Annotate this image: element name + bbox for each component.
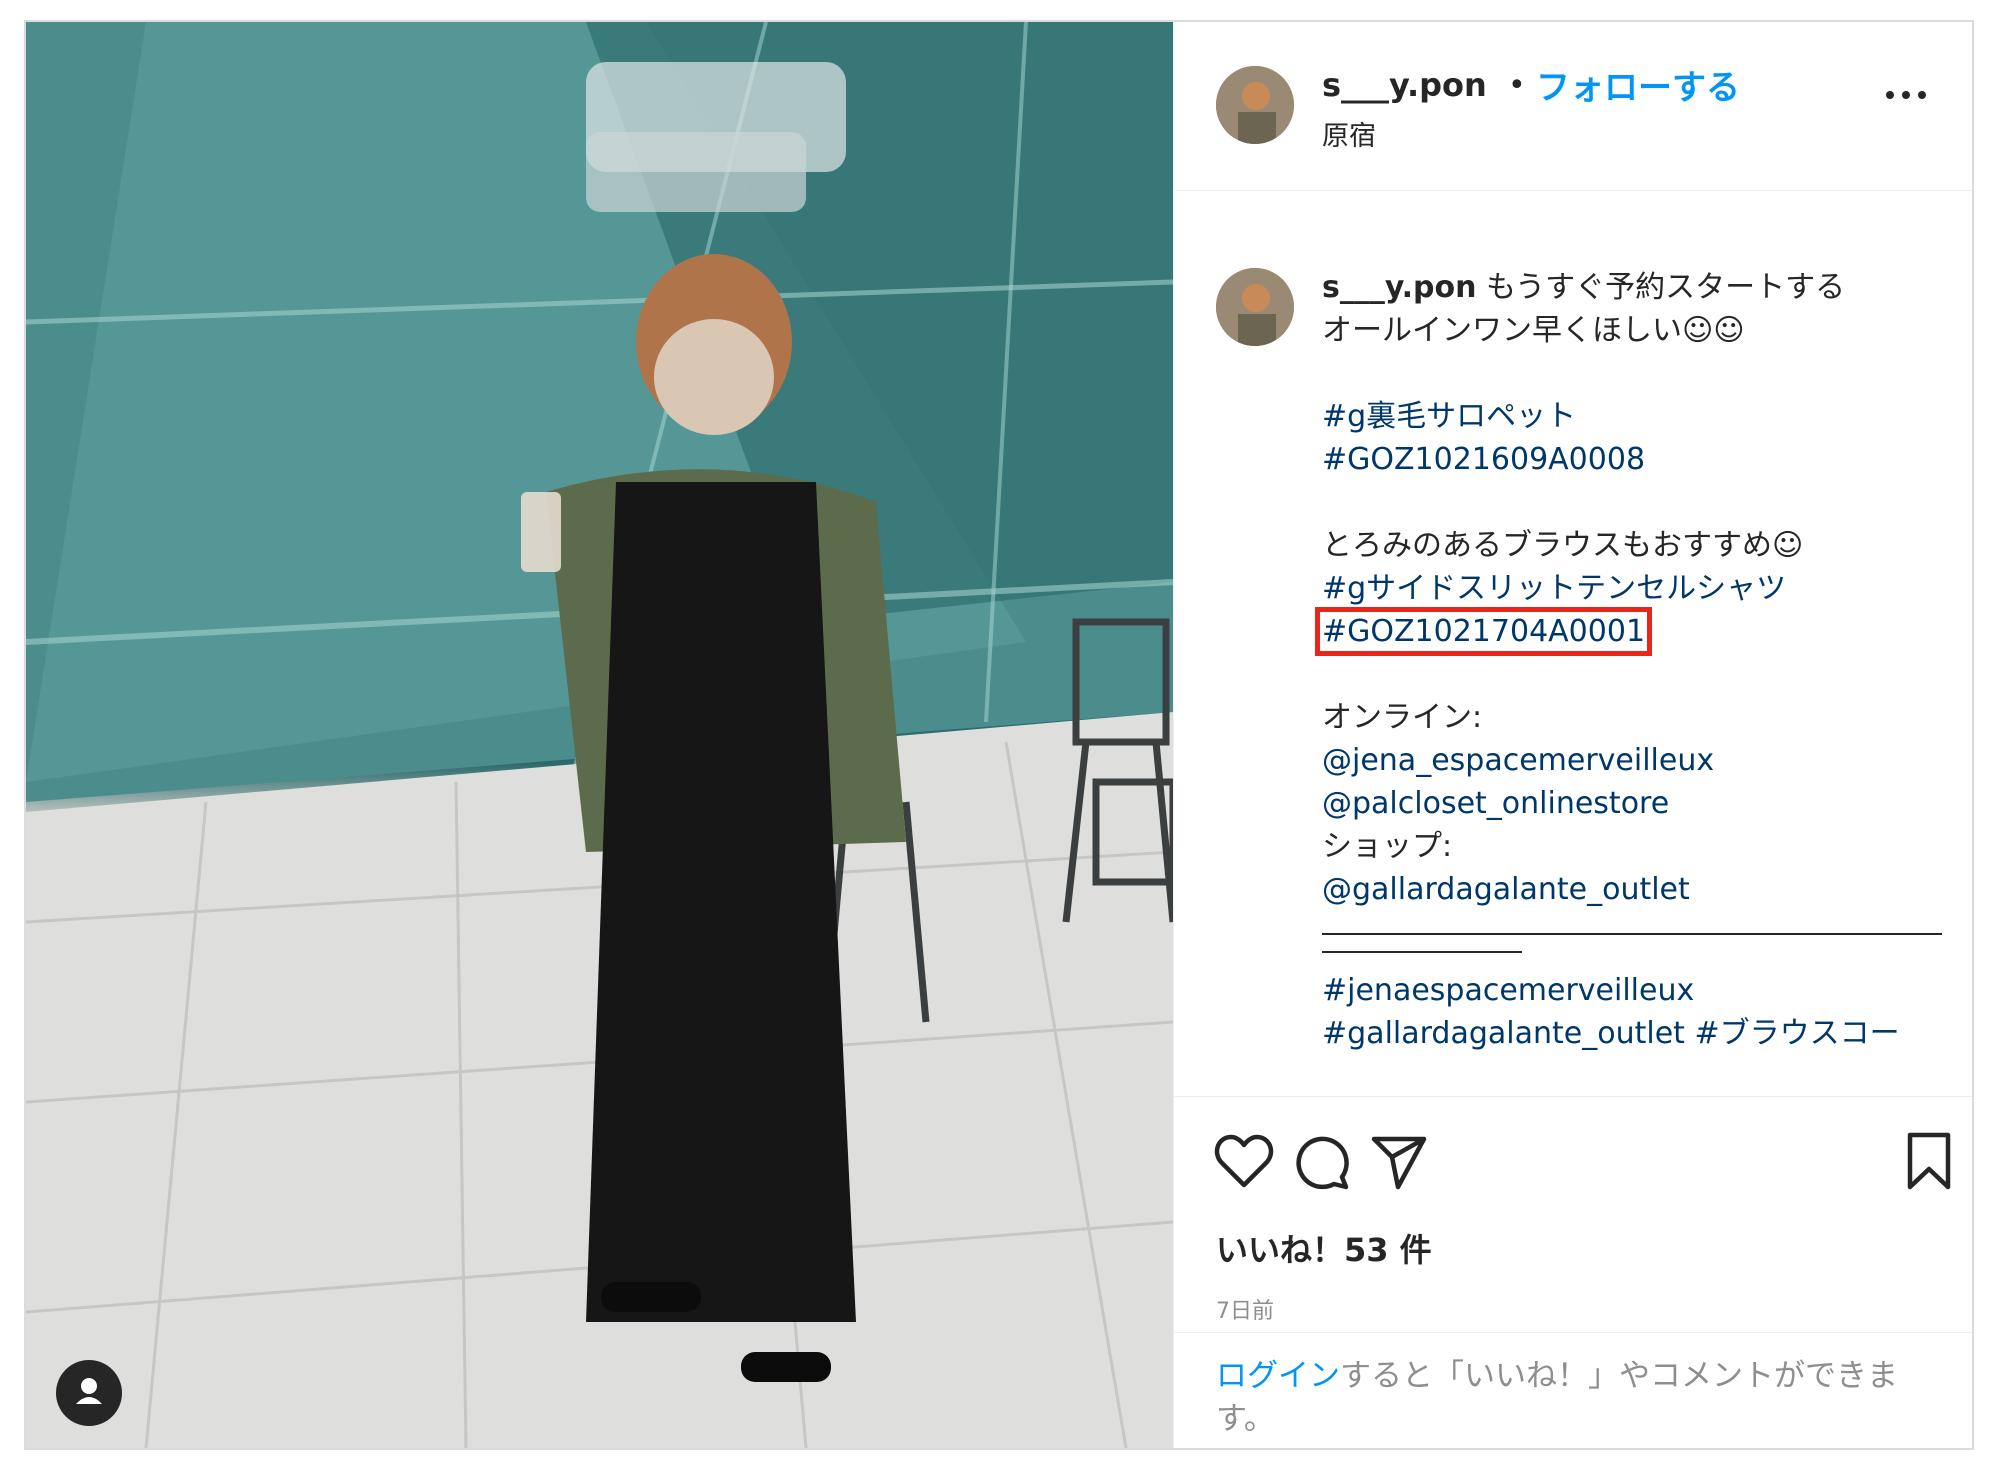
caption-text: s___y.pon もうすぐ予約スタートする オールインワン早くほしい☺☺ #g…: [1314, 266, 1942, 1055]
login-prompt-text: ログインすると「いいね！」やコメントができます。: [1216, 1355, 1936, 1441]
heart-icon[interactable]: [1214, 1133, 1274, 1193]
post-header: s___y.pon • フォローする 原宿: [1174, 22, 1972, 191]
likes-count[interactable]: いいね！53 件: [1216, 1225, 1432, 1271]
separator-dot: •: [1508, 68, 1526, 103]
caption-username[interactable]: s___y.pon: [1322, 270, 1477, 305]
mention-link[interactable]: @gallardagalante_outlet: [1322, 868, 1942, 911]
mention-link[interactable]: @jena_espacemerveilleux: [1322, 739, 1942, 782]
follow-button[interactable]: フォローする: [1536, 60, 1740, 109]
caption-line: もうすぐ予約スタートする: [1486, 270, 1846, 305]
caption-avatar[interactable]: [1216, 268, 1294, 346]
caption-scroll-area[interactable]: s___y.pon もうすぐ予約スタートする オールインワン早くほしい☺☺ #g…: [1174, 190, 1972, 1096]
tagged-users-button[interactable]: [56, 1360, 122, 1426]
hashtag-link[interactable]: #GOZ1021609A0008: [1322, 438, 1942, 481]
hashtag-link[interactable]: #g裏毛サロペット: [1322, 395, 1942, 438]
hashtag-link[interactable]: #gallardagalante_outlet #ブラウスコー: [1322, 1012, 1942, 1055]
hashtag-link[interactable]: #gサイドスリットテンセルシャツ: [1322, 567, 1942, 610]
post-photo-illustration: [26, 22, 1173, 1448]
more-horizontal-icon[interactable]: [1882, 84, 1932, 114]
user-icon: [76, 1378, 102, 1404]
bookmark-icon[interactable]: [1906, 1131, 1952, 1195]
post-timestamp[interactable]: 7日前: [1216, 1293, 1274, 1325]
highlighted-hashtag-link[interactable]: #GOZ1021704A0001: [1314, 607, 1653, 656]
avatar-image: [1216, 268, 1294, 346]
location-link[interactable]: 原宿: [1322, 114, 1376, 153]
caption-line: オンライン:: [1322, 700, 1483, 735]
avatar-image: [1216, 66, 1294, 144]
post-photo[interactable]: [26, 22, 1173, 1448]
caption-line: ショップ:: [1322, 829, 1453, 864]
send-icon[interactable]: [1370, 1133, 1428, 1195]
login-link[interactable]: ログイン: [1216, 1358, 1340, 1394]
divider-line: [1322, 933, 1942, 935]
login-prompt: ログインすると「いいね！」やコメントができます。: [1174, 1332, 1972, 1449]
caption-line: とろみのあるブラウスもおすすめ☺: [1322, 528, 1804, 563]
divider-line: [1322, 951, 1522, 953]
username[interactable]: s___y.pon: [1322, 66, 1487, 104]
comment-icon[interactable]: [1292, 1133, 1350, 1195]
caption-line: オールインワン早くほしい☺☺: [1322, 313, 1745, 348]
post-actions: いいね！53 件 7日前: [1174, 1096, 1972, 1351]
avatar[interactable]: [1216, 66, 1294, 144]
hashtag-link[interactable]: #jenaespacemerveilleux: [1322, 969, 1942, 1012]
instagram-post-card: s___y.pon • フォローする 原宿 s___y.pon もうすぐ予約スタ…: [24, 20, 1974, 1450]
post-side-panel: s___y.pon • フォローする 原宿 s___y.pon もうすぐ予約スタ…: [1173, 22, 1972, 1448]
mention-link[interactable]: @palcloset_onlinestore: [1322, 782, 1942, 825]
